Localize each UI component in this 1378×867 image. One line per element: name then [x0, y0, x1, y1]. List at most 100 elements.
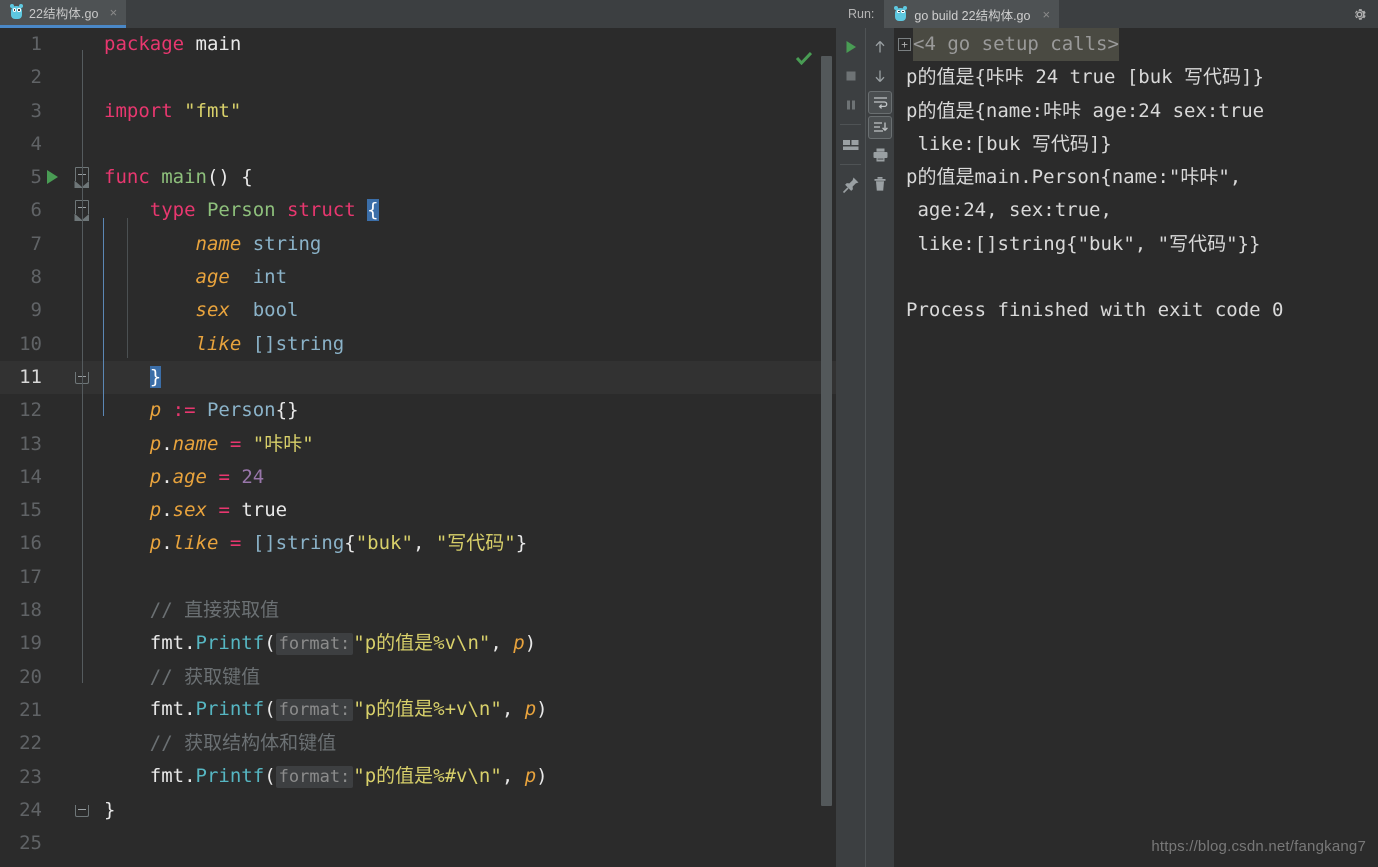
previous-occurrence-button[interactable] — [867, 33, 894, 60]
line-number: 9 — [30, 299, 42, 322]
line-gutter[interactable] — [50, 561, 95, 594]
fold-marker-end[interactable] — [75, 804, 89, 817]
line-gutter[interactable] — [50, 727, 95, 760]
line-gutter[interactable] — [50, 794, 95, 827]
code-text: sex bool — [95, 294, 836, 327]
code-token: { — [367, 199, 379, 222]
code-line-18[interactable]: 18 // 直接获取值 — [0, 594, 836, 627]
line-number: 15 — [19, 499, 42, 522]
line-gutter[interactable] — [50, 61, 95, 94]
close-icon[interactable]: × — [109, 6, 119, 19]
line-number: 24 — [19, 798, 42, 821]
line-gutter[interactable] — [50, 428, 95, 461]
code-line-14[interactable]: 14 p.age = 24 — [0, 461, 836, 494]
line-gutter[interactable] — [50, 294, 95, 327]
console-folded-line[interactable]: + <4 go setup calls> — [894, 28, 1378, 62]
line-number: 1 — [30, 33, 42, 55]
code-text: // 直接获取值 — [95, 594, 836, 627]
line-gutter[interactable] — [50, 461, 95, 494]
code-line-10[interactable]: 10 like []string — [0, 328, 836, 361]
code-token: . — [161, 499, 173, 522]
code-line-5[interactable]: 5 func main() { — [0, 161, 836, 194]
code-line-15[interactable]: 15 p.sex = true — [0, 494, 836, 527]
code-token: ) — [536, 698, 548, 721]
soft-wrap-button[interactable] — [868, 91, 892, 114]
code-line-21[interactable]: 21 fmt.Printf(format: "p的值是%+v\n", p) — [0, 694, 836, 727]
printer-icon — [873, 148, 887, 161]
line-gutter[interactable] — [50, 394, 95, 427]
code-token: "fmt" — [184, 99, 242, 122]
line-gutter[interactable] — [50, 128, 95, 161]
run-gutter-icon[interactable] — [47, 170, 58, 185]
code-line-6[interactable]: 6 type Person struct { — [0, 194, 836, 227]
code-line-16[interactable]: 16 p.like = []string{"buk", "写代码"} — [0, 527, 836, 560]
code-line-20[interactable]: 20 // 获取键值 — [0, 661, 836, 694]
print-button[interactable] — [867, 141, 894, 168]
pin-tab-button[interactable] — [837, 171, 864, 198]
rerun-button[interactable] — [837, 33, 864, 60]
line-gutter[interactable] — [50, 95, 95, 128]
scroll-to-end-button[interactable] — [868, 116, 892, 139]
editor-tab-label: 22结构体.go — [29, 7, 99, 21]
code-line-1[interactable]: 1 package main — [0, 28, 836, 61]
layout-button[interactable] — [837, 131, 864, 158]
line-gutter[interactable] — [47, 161, 95, 194]
code-token: fmt — [149, 765, 185, 788]
code-text: } — [95, 794, 836, 827]
code-line-11[interactable]: 11 } — [0, 360, 836, 395]
code-line-22[interactable]: 22 // 获取结构体和键值 — [0, 727, 836, 760]
toolbar-divider — [840, 124, 861, 125]
line-gutter[interactable] — [50, 594, 95, 627]
line-gutter[interactable] — [50, 494, 95, 527]
code-line-25[interactable]: 25 — [0, 827, 836, 860]
code-token: int — [229, 266, 288, 289]
pause-button[interactable] — [837, 91, 864, 118]
inspection-ok-icon[interactable] — [796, 52, 812, 65]
line-gutter[interactable] — [50, 827, 95, 860]
line-gutter[interactable] — [50, 328, 95, 361]
indent-guide-1 — [127, 218, 128, 358]
code-line-9[interactable]: 9 sex bool — [0, 294, 836, 327]
code-line-24[interactable]: 24} — [0, 794, 836, 827]
line-gutter[interactable] — [50, 228, 95, 261]
code-line-23[interactable]: 23 fmt.Printf(format: "p的值是%#v\n", p) — [0, 761, 836, 794]
line-gutter[interactable] — [50, 28, 95, 61]
code-token: age — [172, 465, 207, 488]
code-token: fmt — [149, 631, 185, 654]
code-line-8[interactable]: 8 age int — [0, 261, 836, 294]
console-output[interactable]: + <4 go setup calls> p的值是{咔咔 24 true [bu… — [894, 28, 1378, 867]
close-icon[interactable]: × — [1041, 8, 1051, 21]
code-line-2[interactable]: 2 — [0, 61, 836, 94]
code-line-7[interactable]: 7 name string — [0, 228, 836, 261]
code-line-13[interactable]: 13 p.name = "咔咔" — [0, 428, 836, 461]
line-gutter[interactable] — [50, 761, 95, 794]
code-line-3[interactable]: 3 import "fmt" — [0, 95, 836, 128]
code-line-19[interactable]: 19 fmt.Printf(format: "p的值是%v\n", p) — [0, 627, 836, 660]
editor-body[interactable]: 1 package main 2 3 import "fmt" 4 5 func main()… — [0, 28, 836, 867]
line-gutter[interactable] — [50, 661, 95, 694]
line-gutter[interactable] — [50, 194, 95, 227]
gear-icon[interactable] — [1351, 6, 1368, 23]
code-line-12[interactable]: 12 p := Person{} — [0, 394, 836, 427]
editor-tab-file[interactable]: 22结构体.go × — [0, 0, 127, 28]
line-gutter[interactable] — [50, 527, 95, 560]
run-tab-go-build[interactable]: go build 22结构体.go × — [884, 0, 1060, 28]
code-token: ( — [264, 698, 276, 721]
line-gutter[interactable] — [50, 694, 95, 727]
line-gutter[interactable] — [50, 261, 95, 294]
line-number: 3 — [30, 99, 42, 122]
code-area[interactable]: 1 package main 2 3 import "fmt" 4 5 func main()… — [0, 28, 836, 867]
clear-all-button[interactable] — [867, 170, 894, 197]
next-occurrence-button[interactable] — [867, 62, 894, 89]
line-gutter[interactable] — [50, 361, 95, 394]
stop-button[interactable] — [837, 62, 864, 89]
line-gutter[interactable] — [50, 627, 95, 660]
expand-icon[interactable]: + — [898, 38, 911, 52]
toolbar-divider — [840, 164, 861, 165]
code-line-17[interactable]: 17 — [0, 561, 836, 594]
code-line-4[interactable]: 4 — [0, 128, 836, 161]
editor-scrollbar-thumb[interactable] — [821, 56, 832, 806]
line-number: 23 — [19, 765, 42, 788]
